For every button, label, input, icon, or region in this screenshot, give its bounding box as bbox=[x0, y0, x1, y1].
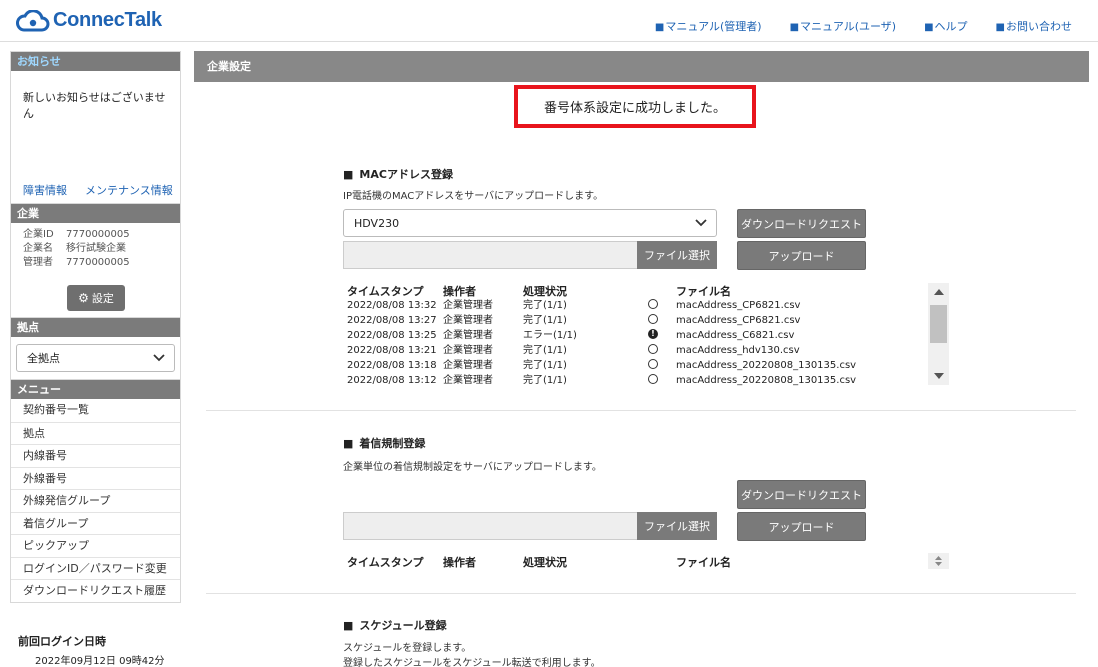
table-row: 2022/08/08 13:21 企業管理者 完了(1/1) macAddress_… bbox=[347, 344, 800, 356]
notice-panel: お知らせ 新しいお知らせはございません 障害情報 メンテナンス情報 bbox=[10, 51, 181, 204]
incoming-file-input[interactable]: ファイル選択 bbox=[343, 512, 717, 540]
chevron-down-icon bbox=[153, 354, 165, 362]
success-message: 番号体系設定に成功しました。 bbox=[514, 85, 756, 128]
menu-item-login-password[interactable]: ログインID／パスワード変更 bbox=[11, 556, 180, 580]
contact-link[interactable]: お問い合わせ bbox=[996, 18, 1072, 34]
mac-file-select-button[interactable]: ファイル選択 bbox=[637, 241, 717, 269]
manual-admin-link[interactable]: マニュアル(管理者) bbox=[655, 18, 761, 34]
scroll-up-icon[interactable] bbox=[934, 289, 944, 295]
table-row: 2022/08/08 13:18 企業管理者 完了(1/1) macAddress_… bbox=[347, 359, 857, 371]
incoming-section-heading: 着信規制登録 bbox=[343, 435, 425, 451]
settings-button[interactable]: ⚙ 設定 bbox=[67, 285, 125, 311]
company-id-row: 企業ID 7770000005 bbox=[23, 229, 130, 240]
company-title: 企業 bbox=[11, 204, 180, 223]
table-row: 2022/08/08 13:27 企業管理者 完了(1/1) macAddress_… bbox=[347, 314, 801, 326]
manual-user-link[interactable]: マニュアル(ユーザ) bbox=[790, 18, 896, 34]
mac-col-timestamp: タイムスタンプ bbox=[347, 285, 424, 298]
incoming-col-operator: 操作者 bbox=[443, 556, 476, 569]
mac-table-scrollbar[interactable] bbox=[928, 283, 949, 385]
chevron-down-icon bbox=[695, 219, 707, 227]
menu-item-extensions[interactable]: 内線番号 bbox=[11, 444, 180, 467]
menu-title: メニュー bbox=[11, 380, 180, 399]
incoming-section-description: 企業単位の着信規制設定をサーバにアップロードします。 bbox=[343, 462, 602, 473]
table-row: 2022/08/08 13:25 企業管理者 エラー(1/1) ! macAddres… bbox=[347, 329, 795, 341]
notice-message: 新しいお知らせはございません bbox=[23, 91, 166, 120]
notice-title: お知らせ bbox=[11, 52, 180, 71]
site-select[interactable]: 全拠点 bbox=[16, 344, 175, 372]
table-row: 2022/08/08 13:32 企業管理者 完了(1/1) macAddress_… bbox=[347, 299, 801, 311]
scroll-thumb[interactable] bbox=[930, 305, 947, 343]
menu-item-incoming-groups[interactable]: 着信グループ bbox=[11, 511, 180, 535]
schedule-description-1: スケジュールを登録します。 bbox=[343, 643, 472, 654]
outage-info-link[interactable]: 障害情報 bbox=[23, 182, 67, 198]
sidebar: お知らせ 新しいお知らせはございません 障害情報 メンテナンス情報 企業 企業I… bbox=[10, 51, 181, 603]
cloud-logo-icon bbox=[16, 9, 50, 31]
logo[interactable]: ConnecTalk bbox=[16, 9, 162, 32]
admin-value: 7770000005 bbox=[66, 257, 130, 268]
app-header: ConnecTalk マニュアル(管理者) マニュアル(ユーザ) ヘルプ お問い… bbox=[0, 0, 1098, 42]
schedule-section-heading: スケジュール登録 bbox=[343, 617, 446, 633]
mac-col-status: 処理状況 bbox=[523, 285, 567, 298]
menu-panel: メニュー 契約番号一覧 拠点 内線番号 外線番号 外線発信グループ 着信グループ… bbox=[10, 380, 181, 603]
mac-download-request-button[interactable]: ダウンロードリクエスト bbox=[737, 209, 866, 238]
incoming-download-request-button[interactable]: ダウンロードリクエスト bbox=[737, 480, 866, 509]
scroll-down-icon[interactable] bbox=[934, 373, 944, 379]
mac-upload-button[interactable]: アップロード bbox=[737, 241, 866, 270]
check-circle-icon bbox=[648, 374, 658, 384]
mac-file-input[interactable]: ファイル選択 bbox=[343, 241, 717, 269]
company-panel: 企業 企業ID 7770000005 企業名 移行試験企業 管理者 777000000… bbox=[10, 204, 181, 318]
phone-model-value: HDV230 bbox=[354, 216, 400, 230]
check-circle-icon bbox=[648, 314, 658, 324]
table-row: 2022/08/08 13:12 企業管理者 完了(1/1) macAddress_… bbox=[347, 374, 857, 386]
check-circle-icon bbox=[648, 299, 658, 309]
mac-section-description: IP電話機のMACアドレスをサーバにアップロードします。 bbox=[343, 191, 604, 202]
phone-model-select[interactable]: HDV230 bbox=[343, 209, 717, 237]
section-divider bbox=[206, 593, 1076, 594]
help-link[interactable]: ヘルプ bbox=[924, 18, 968, 34]
admin-row: 管理者 7770000005 bbox=[23, 257, 130, 268]
incoming-col-status: 処理状況 bbox=[523, 556, 567, 569]
menu-item-sites[interactable]: 拠点 bbox=[11, 421, 180, 445]
incoming-file-select-button[interactable]: ファイル選択 bbox=[637, 512, 717, 540]
sort-arrows-icon bbox=[935, 556, 942, 566]
mac-section-heading: MACアドレス登録 bbox=[343, 166, 453, 182]
menu-item-pickup[interactable]: ピックアップ bbox=[11, 534, 180, 557]
top-links: マニュアル(管理者) マニュアル(ユーザ) ヘルプ お問い合わせ bbox=[655, 18, 1072, 34]
company-id-value: 7770000005 bbox=[66, 229, 130, 240]
company-name-value: 移行試験企業 bbox=[66, 243, 126, 254]
gear-icon: ⚙ bbox=[78, 291, 89, 305]
maintenance-info-link[interactable]: メンテナンス情報 bbox=[85, 182, 173, 198]
site-selected-value: 全拠点 bbox=[27, 352, 60, 365]
menu-item-external-numbers[interactable]: 外線番号 bbox=[11, 466, 180, 490]
company-name-row: 企業名 移行試験企業 bbox=[23, 243, 126, 254]
incoming-col-filename: ファイル名 bbox=[676, 556, 731, 569]
menu-item-outgoing-groups[interactable]: 外線発信グループ bbox=[11, 489, 180, 512]
check-circle-icon bbox=[648, 344, 658, 354]
site-title: 拠点 bbox=[11, 318, 180, 337]
mac-col-operator: 操作者 bbox=[443, 285, 476, 298]
page-title: 企業設定 bbox=[194, 51, 1089, 82]
mac-col-filename: ファイル名 bbox=[676, 285, 731, 298]
settings-label: 設定 bbox=[91, 292, 114, 305]
last-login-value: 2022年09月12日 09時42分 bbox=[35, 656, 165, 667]
last-login-title: 前回ログイン日時 bbox=[18, 635, 106, 648]
incoming-table-scrollbar[interactable] bbox=[928, 553, 949, 569]
menu-item-contract-numbers[interactable]: 契約番号一覧 bbox=[11, 399, 180, 422]
error-icon: ! bbox=[648, 329, 658, 339]
incoming-upload-button[interactable]: アップロード bbox=[737, 512, 866, 541]
incoming-col-timestamp: タイムスタンプ bbox=[347, 556, 424, 569]
menu-item-download-history[interactable]: ダウンロードリクエスト履歴 bbox=[11, 579, 180, 602]
logo-text: ConnecTalk bbox=[53, 9, 162, 31]
schedule-description-2: 登録したスケジュールをスケジュール転送で利用します。 bbox=[343, 658, 601, 667]
check-circle-icon bbox=[648, 359, 658, 369]
last-login: 前回ログイン日時 2022年09月12日 09時42分 bbox=[18, 633, 165, 667]
site-panel: 拠点 全拠点 bbox=[10, 318, 181, 380]
section-divider bbox=[206, 410, 1076, 411]
